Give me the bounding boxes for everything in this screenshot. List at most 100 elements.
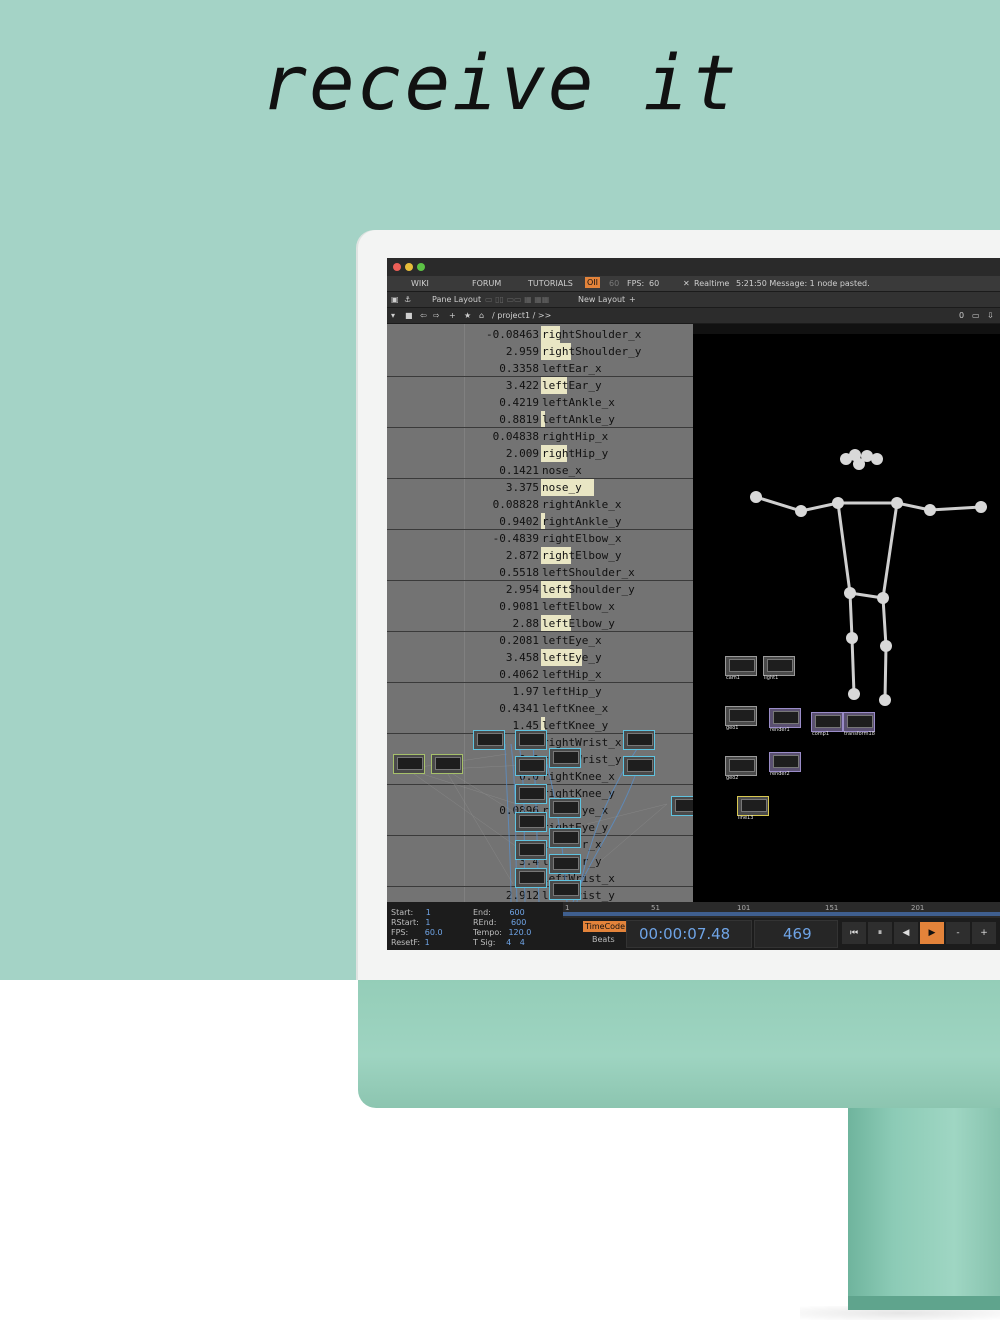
node-math-g[interactable] <box>515 812 547 832</box>
node-math-o[interactable] <box>671 796 693 816</box>
end-label: End: <box>473 908 491 917</box>
zoom-window-button[interactable] <box>417 263 425 271</box>
tsig-b[interactable]: 4 <box>520 938 525 947</box>
node-pose-in[interactable] <box>393 754 425 774</box>
node-math-a[interactable] <box>473 730 505 750</box>
node-geo2[interactable]: geo2 <box>725 756 757 781</box>
path-right-value: 0 <box>959 311 965 320</box>
timeline-range <box>563 912 1000 916</box>
node-math-l[interactable] <box>549 880 581 900</box>
rstart-label: RStart: <box>391 918 419 927</box>
add-layout-button[interactable]: + <box>629 295 636 304</box>
image-icon[interactable]: ▣ <box>391 295 399 304</box>
star-icon[interactable]: ★ <box>464 311 471 320</box>
close-window-button[interactable] <box>393 263 401 271</box>
home-icon[interactable]: ⌂ <box>479 311 484 320</box>
tick-51: 51 <box>651 904 660 912</box>
status-message: 5:21:50 Message: 1 node pasted. <box>736 279 870 288</box>
fps-target: 60 <box>609 279 620 288</box>
timecode-display[interactable]: 00:00:07.48 <box>626 920 752 948</box>
realtime-label: Realtime <box>694 279 730 288</box>
node-math-d[interactable] <box>549 748 581 768</box>
node-line13[interactable]: line13 <box>737 796 769 821</box>
tsig-a[interactable]: 4 <box>506 938 511 947</box>
pause-button[interactable]: ⏸ <box>868 922 892 944</box>
node-math-m[interactable] <box>623 730 655 750</box>
node-math-f[interactable] <box>549 798 581 818</box>
anchor-icon[interactable]: ⚓ <box>404 295 411 304</box>
play-forward-button[interactable]: ▶ <box>920 922 944 944</box>
fps-stat-label: FPS: <box>391 928 409 937</box>
stop-icon[interactable]: ■ <box>405 311 413 320</box>
forward-icon[interactable]: ⇨ <box>433 311 440 320</box>
node-comp1[interactable]: comp1 <box>811 712 843 737</box>
node-math-c[interactable] <box>515 756 547 776</box>
step-back-button[interactable]: - <box>946 922 970 944</box>
layout-toolbar: ▣ ⚓ Pane Layout ▭ ▯▯ ▭▭ ▦ ▦▦ New Layout … <box>387 292 1000 307</box>
headline: receive it <box>261 38 739 127</box>
node-math-i[interactable] <box>515 840 547 860</box>
tick-101: 101 <box>737 904 751 912</box>
tempo-value[interactable]: 120.0 <box>508 928 531 937</box>
timecode-value: 00:00:07.48 <box>639 925 731 943</box>
pane-layout-button[interactable]: Pane Layout <box>432 295 481 304</box>
layout-presets-icon[interactable]: ▭ ▯▯ ▭▭ ▦ ▦▦ <box>485 295 549 304</box>
step-forward-button[interactable]: + <box>972 922 996 944</box>
start-label: Start: <box>391 908 414 917</box>
node-cam1[interactable]: cam1 <box>725 656 757 681</box>
render-viewer[interactable]: cam1 light1 geo1 render1 comp1 transform… <box>693 324 1000 902</box>
menu-forum[interactable]: FORUM <box>472 279 501 288</box>
resetf-label: ResetF: <box>391 938 421 947</box>
node-math-h[interactable] <box>549 828 581 848</box>
node-geo1[interactable]: geo1 <box>725 706 757 731</box>
node-math-j[interactable] <box>549 854 581 874</box>
node-math-k[interactable] <box>515 868 547 888</box>
title-bar <box>387 258 1000 276</box>
timeline-bar: Start: 1 RStart: 1 FPS: 60.0 ResetF: 1 E… <box>387 902 1000 950</box>
perf-badge[interactable]: OII <box>585 277 601 288</box>
plus-icon[interactable]: + <box>449 311 456 320</box>
pin-icon[interactable]: ⇩ <box>987 311 994 320</box>
start-value[interactable]: 1 <box>426 908 431 917</box>
menu-bar: WIKI FORUM TUTORIALS OII 60 FPS: 60 ✕ Re… <box>387 276 1000 291</box>
menu-wiki[interactable]: WIKI <box>411 279 429 288</box>
fps-value: 60 <box>649 279 660 288</box>
minimize-window-button[interactable] <box>405 263 413 271</box>
rend-value[interactable]: 600 <box>511 918 526 927</box>
node-render2[interactable]: render2 <box>769 752 801 777</box>
tick-151: 151 <box>825 904 839 912</box>
back-icon[interactable]: ⇦ <box>420 311 427 320</box>
tsig-label: T Sig: <box>473 938 496 947</box>
frame-value: 469 <box>783 925 812 943</box>
tempo-label: Tempo: <box>473 928 502 937</box>
chevron-down-icon[interactable]: ▾ <box>391 311 395 320</box>
realtime-checkbox[interactable]: ✕ <box>683 279 690 288</box>
monitor-stand-foot <box>848 1296 1000 1310</box>
frame-display[interactable]: 469 <box>754 920 838 948</box>
window-icon[interactable]: ▭ <box>972 311 980 320</box>
resetf-value[interactable]: 1 <box>425 938 430 947</box>
node-transform18[interactable]: transform18 <box>843 712 875 737</box>
chop-viewer[interactable]: -0.08463 rightShoulder_x 2.959 rightShoulde… <box>387 324 693 902</box>
node-json-in[interactable] <box>431 754 463 774</box>
node-render1[interactable]: render1 <box>769 708 801 733</box>
rstart-value[interactable]: 1 <box>425 918 430 927</box>
node-math-n[interactable] <box>623 756 655 776</box>
timeline-ruler[interactable]: 1 51 101 151 201 <box>563 902 1000 918</box>
node-math-e[interactable] <box>515 784 547 804</box>
node-math-b[interactable] <box>515 730 547 750</box>
beats-mode-button[interactable]: Beats <box>592 935 615 944</box>
fps-stat-value[interactable]: 60.0 <box>425 928 443 937</box>
app-window: WIKI FORUM TUTORIALS OII 60 FPS: 60 ✕ Re… <box>387 258 1000 950</box>
network-path[interactable]: / project1 / >> <box>492 311 551 320</box>
new-layout-button[interactable]: New Layout <box>578 295 625 304</box>
rend-label: REnd: <box>473 918 497 927</box>
end-value[interactable]: 600 <box>509 908 524 917</box>
skip-start-button[interactable]: ⏮ <box>842 922 866 944</box>
tick-1: 1 <box>565 904 570 912</box>
node-light1[interactable]: light1 <box>763 656 795 681</box>
play-reverse-button[interactable]: ◀ <box>894 922 918 944</box>
monitor-chin <box>358 978 1000 1108</box>
menu-tutorials[interactable]: TUTORIALS <box>528 279 573 288</box>
timecode-mode-button[interactable]: TimeCode <box>583 921 628 932</box>
